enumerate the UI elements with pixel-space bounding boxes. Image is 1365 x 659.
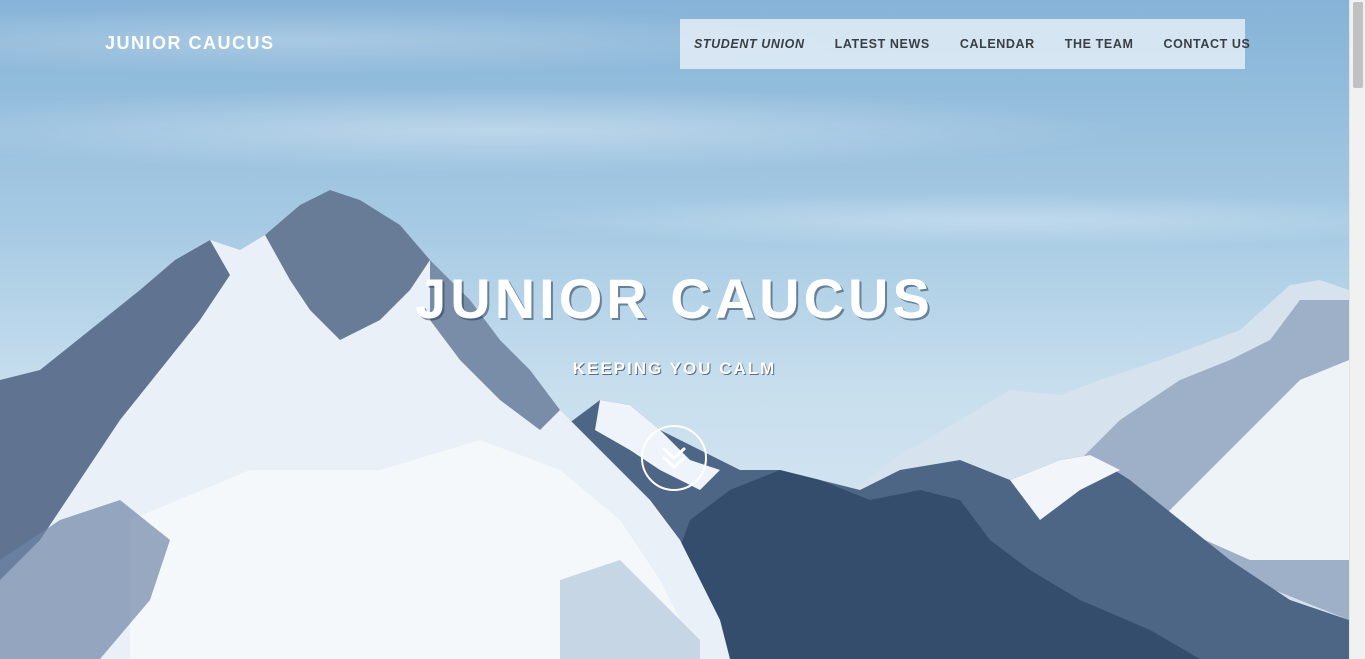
main-navigation: STUDENT UNION LATEST NEWS CALENDAR THE T… [680,19,1250,69]
scrollbar-thumb[interactable] [1353,2,1363,88]
hero-subtitle: KEEPING YOU CALM [572,359,777,378]
scroll-down-button[interactable] [641,425,707,491]
nav-item-contact-us[interactable]: CONTACT US [1163,37,1250,51]
nav-item-calendar[interactable]: CALENDAR [960,37,1035,51]
hero-title: JUNIOR CAUCUS [415,267,934,330]
nav-item-latest-news[interactable]: LATEST NEWS [835,37,930,51]
brand-logo[interactable]: JUNIOR CAUCUS [105,33,275,54]
double-chevron-down-icon [662,447,686,469]
nav-item-the-team[interactable]: THE TEAM [1065,37,1134,51]
nav-item-student-union[interactable]: STUDENT UNION [694,37,805,51]
page-scrollbar[interactable] [1349,0,1365,659]
